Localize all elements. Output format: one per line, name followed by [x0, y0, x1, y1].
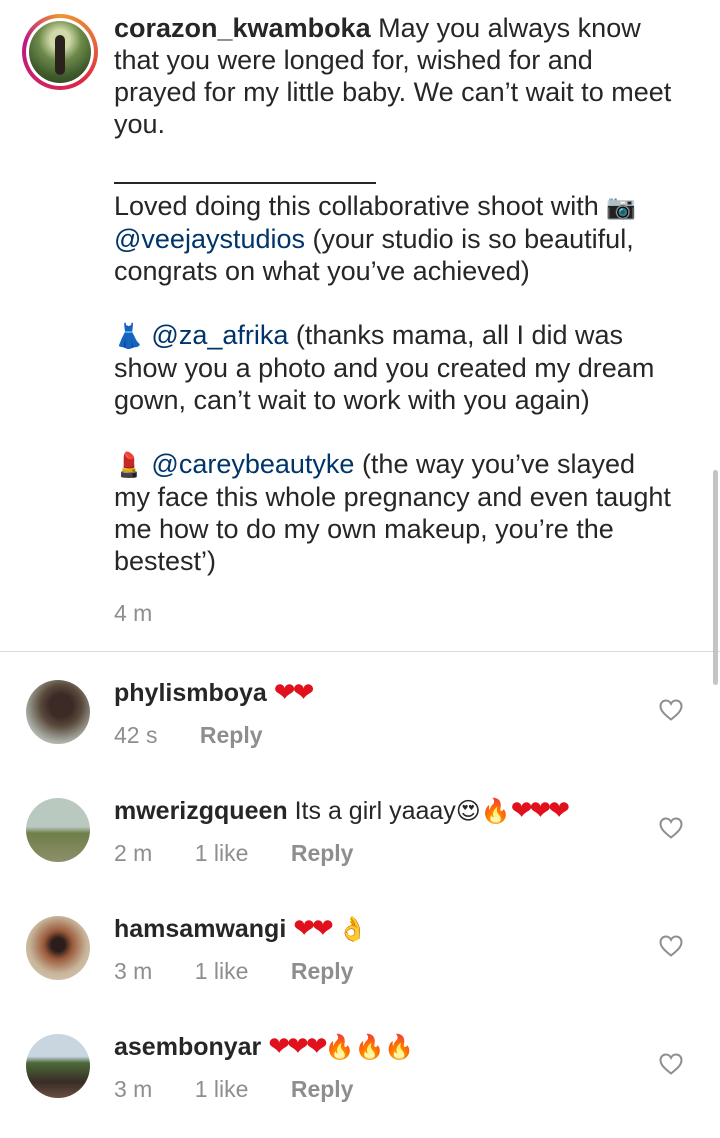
fire-emoji-icon: 🔥🔥🔥	[324, 1033, 415, 1061]
comment-meta: 42 s Reply	[114, 722, 299, 749]
avatar[interactable]	[26, 1034, 90, 1098]
reply-button[interactable]: Reply	[291, 958, 354, 985]
mention-veejaystudios[interactable]: @veejaystudios	[114, 224, 305, 254]
heart-emoji-icon: ❤❤❤	[510, 796, 570, 826]
comment-body: Its a girl yaaay	[294, 797, 456, 825]
heart-outline-icon[interactable]	[659, 699, 683, 721]
heart-outline-icon[interactable]	[659, 817, 683, 839]
comment-text: asembonyar ❤❤❤🔥🔥🔥	[114, 1032, 414, 1062]
comment-username[interactable]: hamsamwangi	[114, 915, 286, 943]
caption-divider	[114, 182, 376, 184]
reply-button[interactable]: Reply	[291, 1076, 354, 1103]
avatar[interactable]	[26, 916, 90, 980]
lipstick-icon: 💄	[114, 451, 144, 479]
comment-text: phylismboya ❤❤	[114, 678, 315, 708]
scrollbar[interactable]	[713, 470, 718, 685]
caption-collab-text: Loved doing this collaborative shoot wit…	[114, 191, 599, 221]
caption-text: corazon_kwamboka May you always know tha…	[114, 12, 674, 577]
caption-timestamp: 4 m	[114, 600, 153, 626]
fire-emoji-icon: 🔥	[480, 797, 511, 825]
ok-hand-emoji-icon: 👌	[337, 915, 368, 943]
mention-careybeautyke[interactable]: @careybeautyke	[151, 449, 354, 479]
comment-meta: 3 m 1 like Reply	[114, 958, 389, 985]
avatar[interactable]	[26, 798, 90, 862]
reply-button[interactable]: Reply	[291, 840, 354, 867]
comment-text: hamsamwangi ❤❤ 👌	[114, 914, 368, 944]
mention-za-afrika[interactable]: @za_afrika	[151, 320, 288, 350]
comment-username[interactable]: asembonyar	[114, 1033, 261, 1061]
comment-timestamp: 2 m	[114, 840, 153, 866]
heart-eyes-emoji-icon: 😍	[455, 797, 481, 825]
avatar[interactable]	[26, 680, 90, 744]
separator	[0, 651, 720, 652]
comment-meta: 3 m 1 like Reply	[114, 1076, 389, 1103]
comment-username[interactable]: mwerizgqueen	[114, 797, 288, 825]
like-count[interactable]: 1 like	[195, 958, 249, 985]
heart-outline-icon[interactable]	[659, 935, 683, 957]
reply-button[interactable]: Reply	[200, 722, 263, 749]
comment-item: hamsamwangi ❤❤ 👌 3 m 1 like Reply	[0, 908, 720, 1018]
post-caption: corazon_kwamboka May you always know tha…	[0, 0, 720, 652]
like-count[interactable]: 1 like	[195, 840, 249, 867]
like-count[interactable]: 1 like	[195, 1076, 249, 1103]
heart-outline-icon[interactable]	[659, 1053, 683, 1075]
heart-emoji-icon: ❤❤❤	[268, 1032, 327, 1062]
comment-item: mwerizgqueen Its a girl yaaay😍🔥❤❤❤ 2 m 1…	[0, 790, 720, 900]
comment-timestamp: 42 s	[114, 722, 158, 748]
camera-icon: 📷	[606, 193, 637, 221]
comment-item: phylismboya ❤❤ 42 s Reply	[0, 672, 720, 782]
comment-item: asembonyar ❤❤❤🔥🔥🔥 3 m 1 like Reply	[0, 1026, 720, 1136]
comment-text: mwerizgqueen Its a girl yaaay😍🔥❤❤❤	[114, 796, 570, 826]
comment-meta: 2 m 1 like Reply	[114, 840, 389, 867]
caption-username[interactable]: corazon_kwamboka	[114, 13, 371, 43]
comment-timestamp: 3 m	[114, 958, 153, 984]
comment-username[interactable]: phylismboya	[114, 679, 267, 707]
heart-emoji-icon: ❤❤	[273, 678, 315, 708]
dress-icon: 👗	[114, 322, 144, 350]
comment-timestamp: 3 m	[114, 1076, 153, 1102]
caption-avatar[interactable]	[22, 14, 98, 90]
heart-emoji-icon: ❤❤	[293, 914, 334, 944]
